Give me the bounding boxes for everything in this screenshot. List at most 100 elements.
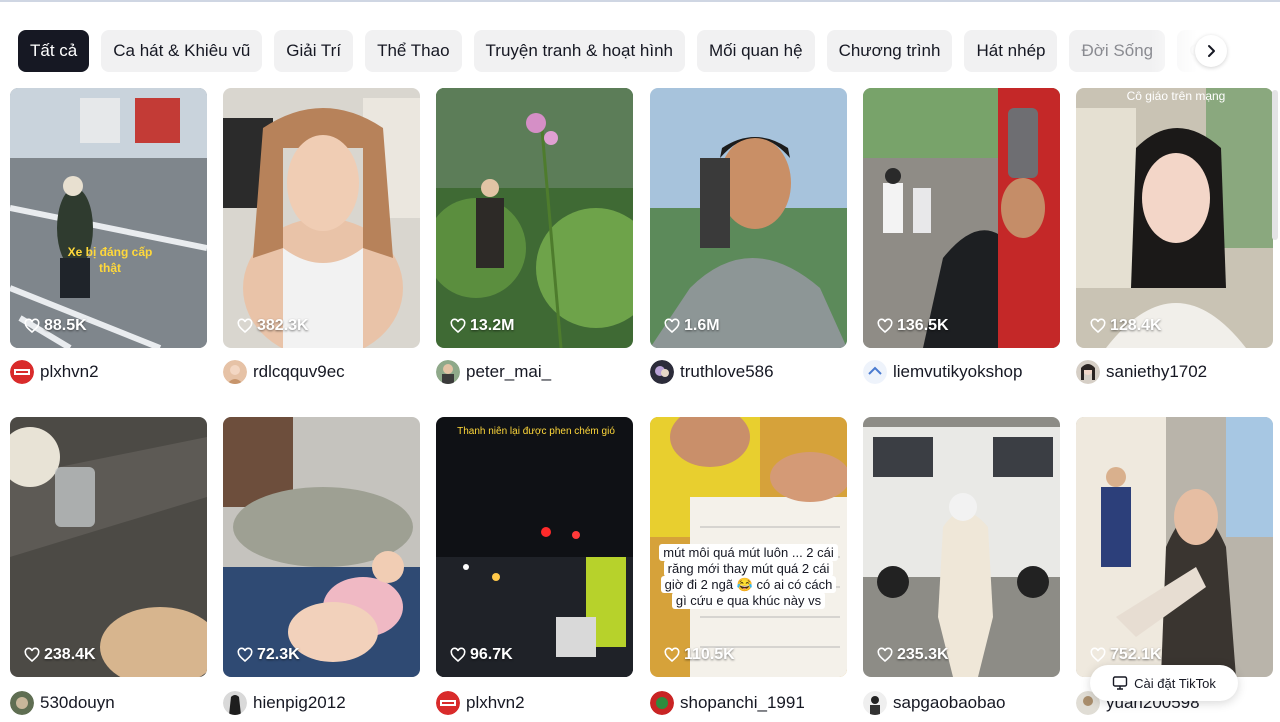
- video-thumbnail[interactable]: 235.3K: [863, 417, 1060, 677]
- video-overlay-text: Xe bị đáng cấp thật: [67, 245, 153, 275]
- author-name[interactable]: hienpig2012: [253, 693, 346, 713]
- video-author[interactable]: rdlcqquv9ec: [223, 360, 345, 384]
- heart-icon: [24, 318, 40, 334]
- like-count-value: 752.1K: [1110, 646, 1162, 663]
- category-relationships[interactable]: Mối quan hệ: [696, 30, 815, 72]
- avatar[interactable]: [436, 360, 460, 384]
- video-thumbnail[interactable]: 752.1K: [1076, 417, 1273, 677]
- like-count: 235.3K: [877, 646, 949, 664]
- video-author[interactable]: plxhvn2: [436, 691, 525, 715]
- video-thumbnail[interactable]: 1.6M: [650, 88, 847, 348]
- category-next-button[interactable]: [1195, 35, 1227, 67]
- video-author[interactable]: 530douyn: [10, 691, 115, 715]
- top-divider: [0, 0, 1280, 2]
- video-overlay-text: Thanh niên lại được phen chém gió: [457, 426, 615, 437]
- like-count-value: 96.7K: [470, 646, 513, 663]
- category-lipsync[interactable]: Hát nhép: [964, 30, 1058, 72]
- author-name[interactable]: saniethy1702: [1106, 362, 1207, 382]
- heart-icon: [450, 318, 466, 334]
- category-shows[interactable]: Chương trình: [826, 30, 953, 72]
- like-count: 72.3K: [237, 646, 300, 664]
- video-author[interactable]: sapgaobaobao: [863, 691, 1006, 715]
- like-count: 110.5K: [664, 646, 735, 664]
- install-tiktok-button[interactable]: Cài đặt TikTok: [1090, 665, 1238, 701]
- like-count: 96.7K: [450, 646, 513, 664]
- heart-icon: [237, 647, 253, 663]
- author-name[interactable]: plxhvn2: [40, 362, 99, 382]
- avatar[interactable]: [223, 691, 247, 715]
- avatar[interactable]: [863, 691, 887, 715]
- video-author[interactable]: liemvutikyokshop: [863, 360, 1022, 384]
- like-count: 128.4K: [1090, 317, 1162, 335]
- video-thumbnail[interactable]: 72.3K: [223, 417, 420, 677]
- scrollbar[interactable]: [1272, 90, 1278, 240]
- like-count-value: 1.6M: [684, 317, 720, 334]
- heart-icon: [664, 318, 680, 334]
- heart-icon: [24, 647, 40, 663]
- author-name[interactable]: 530douyn: [40, 693, 115, 713]
- avatar[interactable]: [650, 691, 674, 715]
- like-count-value: 238.4K: [44, 646, 96, 663]
- heart-icon: [664, 647, 680, 663]
- video-author[interactable]: hienpig2012: [223, 691, 346, 715]
- heart-icon: [1090, 318, 1106, 334]
- avatar[interactable]: [436, 691, 460, 715]
- like-count: 382.3K: [237, 317, 309, 335]
- install-tiktok-label: Cài đặt TikTok: [1134, 675, 1216, 691]
- like-count-value: 110.5K: [684, 646, 735, 663]
- video-author[interactable]: truthlove586: [650, 360, 774, 384]
- like-count: 238.4K: [24, 646, 96, 664]
- category-sports[interactable]: Thể Thao: [365, 30, 462, 72]
- like-count-value: 136.5K: [897, 317, 949, 334]
- video-caption: mút môi quá mút luôn ... 2 cái răng mới …: [658, 544, 839, 609]
- author-name[interactable]: liemvutikyokshop: [893, 362, 1022, 382]
- like-count-value: 72.3K: [257, 646, 300, 663]
- avatar[interactable]: [10, 691, 34, 715]
- video-author[interactable]: plxhvn2: [10, 360, 99, 384]
- avatar[interactable]: [10, 360, 34, 384]
- like-count: 13.2M: [450, 317, 514, 335]
- install-app-icon: [1112, 676, 1128, 690]
- author-name[interactable]: plxhvn2: [466, 693, 525, 713]
- like-count-value: 13.2M: [470, 317, 515, 334]
- author-name[interactable]: rdlcqquv9ec: [253, 362, 345, 382]
- author-name[interactable]: peter_mai_: [466, 362, 551, 382]
- heart-icon: [877, 647, 893, 663]
- video-thumbnail[interactable]: Cô giáo trên mạng 128.4K: [1076, 88, 1273, 348]
- category-bar: Tất cả Ca hát & Khiêu vũ Giải Trí Thể Th…: [18, 30, 1228, 72]
- like-count-value: 88.5K: [44, 317, 87, 334]
- video-caption-text: mút môi quá mút luôn ... 2 cái răng mới …: [659, 544, 838, 609]
- chevron-right-icon: [1208, 45, 1215, 57]
- like-count: 88.5K: [24, 317, 87, 335]
- video-thumbnail[interactable]: 238.4K: [10, 417, 207, 677]
- category-all[interactable]: Tất cả: [18, 30, 90, 72]
- author-name[interactable]: shopanchi_1991: [680, 693, 805, 713]
- heart-icon: [237, 318, 253, 334]
- like-count: 752.1K: [1090, 646, 1162, 664]
- video-author[interactable]: saniethy1702: [1076, 360, 1207, 384]
- video-thumbnail[interactable]: Thanh niên lại được phen chém gió 96.7K: [436, 417, 633, 677]
- video-thumbnail[interactable]: Xe bị đáng cấp thật 88.5K: [10, 88, 207, 348]
- author-name[interactable]: truthlove586: [680, 362, 774, 382]
- video-thumbnail[interactable]: mút môi quá mút luôn ... 2 cái răng mới …: [650, 417, 847, 677]
- video-thumbnail[interactable]: 13.2M: [436, 88, 633, 348]
- author-name[interactable]: sapgaobaobao: [893, 693, 1006, 713]
- video-author[interactable]: peter_mai_: [436, 360, 551, 384]
- like-count: 1.6M: [664, 317, 720, 335]
- category-entertainment[interactable]: Giải Trí: [274, 30, 354, 72]
- avatar[interactable]: [650, 360, 674, 384]
- video-thumbnail[interactable]: 136.5K: [863, 88, 1060, 348]
- video-thumbnail[interactable]: 382.3K: [223, 88, 420, 348]
- category-singing-dancing[interactable]: Ca hát & Khiêu vũ: [101, 30, 263, 72]
- avatar[interactable]: [1076, 360, 1100, 384]
- heart-icon: [450, 647, 466, 663]
- avatar[interactable]: [863, 360, 887, 384]
- like-count-value: 128.4K: [1110, 317, 1162, 334]
- avatar[interactable]: [223, 360, 247, 384]
- category-anime-comics[interactable]: Truyện tranh & hoạt hình: [473, 30, 685, 72]
- heart-icon: [1090, 647, 1106, 663]
- video-author[interactable]: shopanchi_1991: [650, 691, 805, 715]
- heart-icon: [877, 318, 893, 334]
- video-overlay-text: Cô giáo trên mạng: [1126, 89, 1226, 103]
- like-count-value: 235.3K: [897, 646, 949, 663]
